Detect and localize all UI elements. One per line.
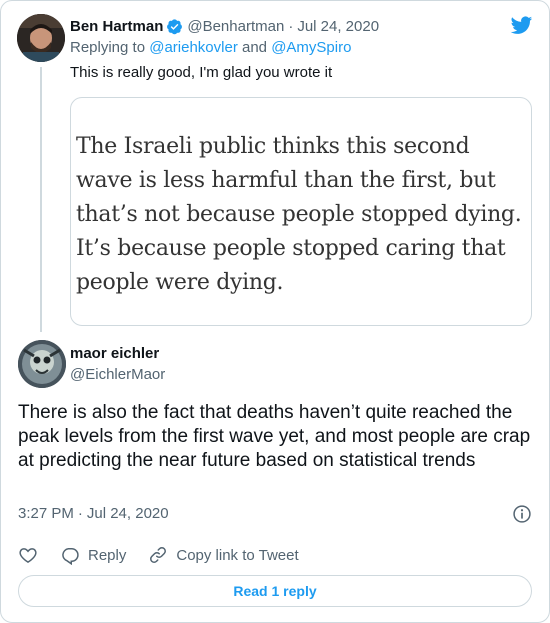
verified-icon: [167, 18, 183, 34]
reply-to-mention-2[interactable]: @AmySpiro: [271, 39, 351, 56]
tweet2-author-name[interactable]: maor eichler: [70, 345, 159, 362]
tweet1-author-handle[interactable]: @Benhartman: [187, 18, 284, 35]
tweet2-date-separator: ·: [77, 505, 83, 522]
tweet2-author-handle[interactable]: @EichlerMaor: [70, 366, 165, 383]
copy-link-label: Copy link to Tweet: [176, 546, 299, 564]
reply-icon: [62, 548, 79, 565]
reply-to-mention-1[interactable]: @ariehkovler: [149, 39, 238, 56]
replying-to-prefix: Replying to: [70, 39, 146, 56]
link-icon: [150, 547, 167, 563]
heart-icon: [19, 548, 37, 563]
info-icon[interactable]: [512, 504, 532, 524]
tweet-actions-bar: Reply Copy link to Tweet: [18, 544, 321, 566]
reply-and-word: and: [241, 39, 268, 56]
tweet1-header: Ben Hartman @Benhartman · Jul 24, 2020: [70, 16, 379, 36]
maor-eichler-avatar[interactable]: [18, 340, 66, 388]
tweet1-text: This is really good, I'm glad you wrote …: [70, 64, 333, 81]
copy-link-button[interactable]: Copy link to Tweet: [148, 545, 299, 565]
thread-connector-line: [40, 67, 42, 332]
attached-quote-image[interactable]: The Israeli public thinks this second wa…: [70, 97, 532, 326]
twitter-bird-icon[interactable]: [509, 14, 534, 36]
embedded-tweet-card: Ben Hartman @Benhartman · Jul 24, 2020 R…: [0, 0, 550, 623]
tweet2-timestamp[interactable]: 3:27 PM · Jul 24, 2020: [18, 505, 169, 522]
quote-image-text: The Israeli public thinks this second wa…: [76, 134, 522, 295]
reply-label: Reply: [88, 546, 127, 564]
tweet2-date[interactable]: Jul 24, 2020: [87, 505, 169, 522]
like-button[interactable]: [18, 545, 38, 565]
ben-hartman-avatar[interactable]: [17, 14, 65, 62]
tweet2-time[interactable]: 3:27 PM: [18, 505, 74, 522]
tweet1-date-separator: ·: [288, 17, 294, 35]
read-replies-button[interactable]: Read 1 reply: [18, 575, 532, 607]
replying-to-line: Replying to @ariehkovler and @AmySpiro: [70, 39, 351, 56]
tweet1-author-name[interactable]: Ben Hartman: [70, 18, 163, 35]
tweet2-text: There is also the fact that deaths haven…: [18, 402, 531, 471]
tweet1-date[interactable]: Jul 24, 2020: [297, 18, 379, 35]
reply-button[interactable]: Reply: [60, 545, 126, 565]
